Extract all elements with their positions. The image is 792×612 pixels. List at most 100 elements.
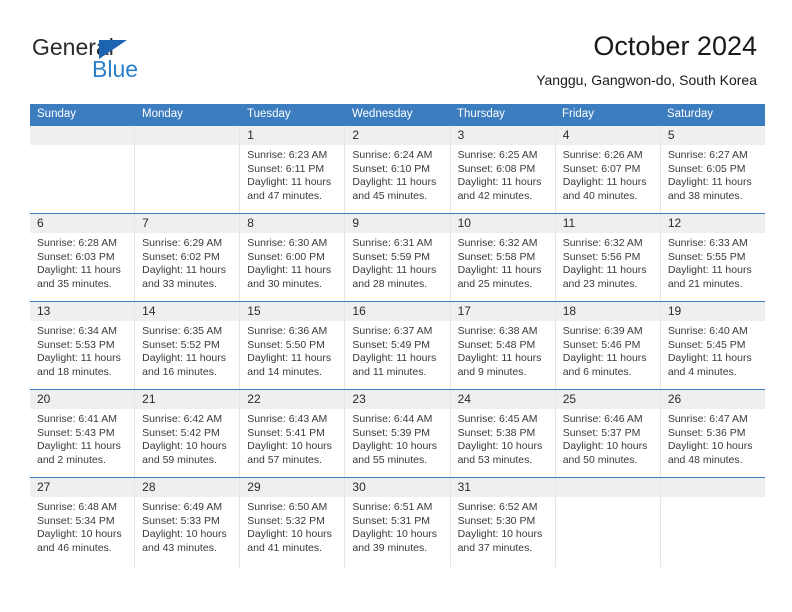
sunrise-line: Sunrise: 6:27 AM: [667, 149, 748, 161]
daylight-line-2: and 28 minutes.: [352, 277, 428, 290]
daylight-line-2: and 46 minutes.: [37, 541, 112, 554]
day-cell[interactable]: 26 Sunrise: 6:47 AM Sunset: 5:36 PM Dayl…: [660, 390, 765, 477]
day-cell[interactable]: 25 Sunrise: 6:46 AM Sunset: 5:37 PM Dayl…: [555, 390, 661, 477]
day-cell[interactable]: 4 Sunrise: 6:26 AM Sunset: 6:07 PM Dayli…: [555, 126, 661, 213]
sunrise-line: Sunrise: 6:38 AM: [457, 325, 538, 337]
day-cell[interactable]: 10 Sunrise: 6:32 AM Sunset: 5:58 PM Dayl…: [450, 214, 556, 301]
day-cell[interactable]: 23 Sunrise: 6:44 AM Sunset: 5:39 PM Dayl…: [345, 390, 451, 477]
day-cell[interactable]: 14 Sunrise: 6:35 AM Sunset: 5:52 PM Dayl…: [135, 302, 241, 389]
day-cell[interactable]: 13 Sunrise: 6:34 AM Sunset: 5:53 PM Dayl…: [30, 302, 136, 389]
sunset-line: Sunset: 5:58 PM: [457, 250, 536, 263]
daylight-line-2: and 59 minutes.: [142, 453, 217, 466]
day-cell[interactable]: 22 Sunrise: 6:43 AM Sunset: 5:41 PM Dayl…: [240, 390, 346, 477]
sunset-line: Sunset: 5:59 PM: [352, 250, 431, 263]
week-row: 6 Sunrise: 6:28 AM Sunset: 6:03 PM Dayli…: [30, 213, 765, 301]
daylight-line-1: Daylight: 10 hours: [352, 440, 438, 453]
day-number: 11: [562, 216, 576, 230]
day-number-band: 1: [240, 126, 345, 145]
daylight-line-1: Daylight: 10 hours: [142, 528, 227, 541]
sunset-line: Sunset: 6:00 PM: [247, 250, 325, 263]
weekday-header-wednesday: Wednesday: [352, 108, 413, 120]
day-cell[interactable]: 28 Sunrise: 6:49 AM Sunset: 5:33 PM Dayl…: [135, 478, 241, 567]
day-cell[interactable]: [30, 126, 136, 213]
day-details: Sunrise: 6:49 AM Sunset: 5:33 PM Dayligh…: [135, 497, 239, 555]
daylight-line-1: Daylight: 11 hours: [37, 440, 121, 453]
day-cell[interactable]: [660, 478, 765, 567]
day-cell[interactable]: 29 Sunrise: 6:50 AM Sunset: 5:32 PM Dayl…: [240, 478, 346, 567]
sunrise-line: Sunrise: 6:23 AM: [247, 149, 328, 161]
daylight-line-1: Daylight: 11 hours: [667, 176, 752, 189]
sunset-line: Sunset: 5:33 PM: [142, 514, 220, 527]
general-blue-logo[interactable]: General Blue: [32, 34, 162, 86]
day-details: Sunrise: 6:42 AM Sunset: 5:42 PM Dayligh…: [135, 409, 239, 467]
week-row: 13 Sunrise: 6:34 AM Sunset: 5:53 PM Dayl…: [30, 301, 765, 389]
day-cell[interactable]: [555, 478, 661, 567]
sunrise-line: Sunrise: 6:45 AM: [457, 413, 538, 425]
day-number-band: 27: [30, 478, 135, 497]
sunrise-line: Sunrise: 6:25 AM: [457, 149, 538, 161]
page-subtitle: Yanggu, Gangwon-do, South Korea: [536, 72, 757, 88]
day-number: 29: [247, 480, 261, 494]
daylight-line-1: Daylight: 11 hours: [37, 352, 121, 365]
daylight-line-1: Daylight: 11 hours: [352, 176, 437, 189]
day-number-band: 8: [240, 214, 345, 233]
daylight-line-2: and 9 minutes.: [457, 365, 527, 378]
day-number: 6: [37, 216, 44, 230]
day-cell[interactable]: 16 Sunrise: 6:37 AM Sunset: 5:49 PM Dayl…: [345, 302, 451, 389]
day-details: Sunrise: 6:24 AM Sunset: 6:10 PM Dayligh…: [345, 145, 449, 203]
daylight-line-1: Daylight: 11 hours: [247, 176, 332, 189]
day-cell[interactable]: 8 Sunrise: 6:30 AM Sunset: 6:00 PM Dayli…: [240, 214, 346, 301]
day-details: Sunrise: 6:29 AM Sunset: 6:02 PM Dayligh…: [135, 233, 239, 291]
day-cell[interactable]: 6 Sunrise: 6:28 AM Sunset: 6:03 PM Dayli…: [30, 214, 136, 301]
day-cell[interactable]: 1 Sunrise: 6:23 AM Sunset: 6:11 PM Dayli…: [240, 126, 346, 213]
day-cell[interactable]: 21 Sunrise: 6:42 AM Sunset: 5:42 PM Dayl…: [135, 390, 241, 477]
sunrise-line: Sunrise: 6:33 AM: [667, 237, 748, 249]
day-cell[interactable]: 12 Sunrise: 6:33 AM Sunset: 5:55 PM Dayl…: [660, 214, 765, 301]
day-cell[interactable]: 3 Sunrise: 6:25 AM Sunset: 6:08 PM Dayli…: [450, 126, 556, 213]
week-row: 20 Sunrise: 6:41 AM Sunset: 5:43 PM Dayl…: [30, 389, 765, 477]
day-number: 17: [457, 304, 471, 318]
day-cell[interactable]: 27 Sunrise: 6:48 AM Sunset: 5:34 PM Dayl…: [30, 478, 136, 567]
day-cell[interactable]: 15 Sunrise: 6:36 AM Sunset: 5:50 PM Dayl…: [240, 302, 346, 389]
day-number: 14: [142, 304, 156, 318]
day-cell[interactable]: 30 Sunrise: 6:51 AM Sunset: 5:31 PM Dayl…: [345, 478, 451, 567]
daylight-line-2: and 42 minutes.: [457, 189, 533, 202]
day-number: 22: [247, 392, 261, 406]
day-number: 28: [142, 480, 156, 494]
sunset-line: Sunset: 6:08 PM: [457, 162, 536, 175]
day-cell[interactable]: 2 Sunrise: 6:24 AM Sunset: 6:10 PM Dayli…: [345, 126, 451, 213]
day-number: 2: [352, 128, 360, 142]
day-cell[interactable]: 31 Sunrise: 6:52 AM Sunset: 5:30 PM Dayl…: [450, 478, 556, 567]
sunset-line: Sunset: 5:34 PM: [37, 514, 115, 527]
day-cell[interactable]: [135, 126, 241, 213]
day-cell[interactable]: 9 Sunrise: 6:31 AM Sunset: 5:59 PM Dayli…: [345, 214, 451, 301]
daylight-line-1: Daylight: 11 hours: [562, 264, 647, 277]
daylight-line-2: and 25 minutes.: [457, 277, 533, 290]
day-cell[interactable]: 7 Sunrise: 6:29 AM Sunset: 6:02 PM Dayli…: [135, 214, 241, 301]
day-details: Sunrise: 6:37 AM Sunset: 5:49 PM Dayligh…: [345, 321, 449, 379]
page-title: October 2024: [593, 31, 757, 61]
day-cell[interactable]: 11 Sunrise: 6:32 AM Sunset: 5:56 PM Dayl…: [555, 214, 661, 301]
day-cell[interactable]: 5 Sunrise: 6:27 AM Sunset: 6:05 PM Dayli…: [660, 126, 765, 213]
sunset-line: Sunset: 5:53 PM: [37, 338, 115, 351]
sunrise-line: Sunrise: 6:30 AM: [247, 237, 328, 249]
day-cell[interactable]: 18 Sunrise: 6:39 AM Sunset: 5:46 PM Dayl…: [555, 302, 661, 389]
sunset-line: Sunset: 5:52 PM: [142, 338, 220, 351]
day-cell[interactable]: 19 Sunrise: 6:40 AM Sunset: 5:45 PM Dayl…: [660, 302, 765, 389]
day-cell[interactable]: 20 Sunrise: 6:41 AM Sunset: 5:43 PM Dayl…: [30, 390, 136, 477]
day-cell[interactable]: 24 Sunrise: 6:45 AM Sunset: 5:38 PM Dayl…: [450, 390, 556, 477]
day-number-band: [660, 478, 765, 497]
day-details: Sunrise: 6:40 AM Sunset: 5:45 PM Dayligh…: [661, 321, 765, 379]
calendar-page: General Blue October 2024 Yanggu, Gangwo…: [0, 0, 792, 612]
day-number-band: 23: [345, 390, 450, 409]
sunrise-line: Sunrise: 6:48 AM: [37, 501, 117, 513]
day-details: Sunrise: 6:31 AM Sunset: 5:59 PM Dayligh…: [345, 233, 449, 291]
day-cell[interactable]: 17 Sunrise: 6:38 AM Sunset: 5:48 PM Dayl…: [450, 302, 556, 389]
week-row: 1 Sunrise: 6:23 AM Sunset: 6:11 PM Dayli…: [30, 125, 765, 213]
sunset-line: Sunset: 5:32 PM: [247, 514, 325, 527]
day-number-band: [135, 126, 240, 145]
sunrise-line: Sunrise: 6:42 AM: [142, 413, 223, 425]
daylight-line-2: and 35 minutes.: [37, 277, 112, 290]
daylight-line-1: Daylight: 11 hours: [142, 264, 226, 277]
sunrise-line: Sunrise: 6:50 AM: [247, 501, 328, 513]
